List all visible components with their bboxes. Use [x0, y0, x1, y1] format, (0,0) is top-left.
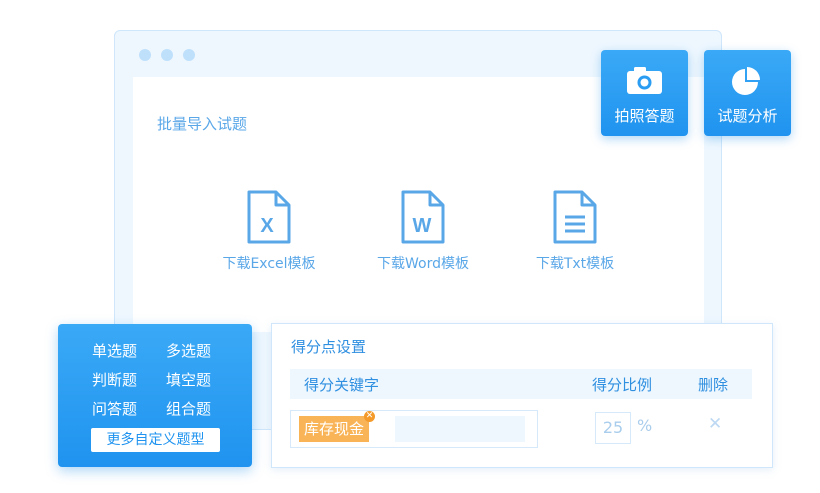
word-template-link[interactable]: W 下载Word模板: [363, 189, 483, 273]
question-type-item[interactable]: 单选题: [92, 340, 166, 361]
keyword-input[interactable]: [395, 416, 525, 442]
word-file-icon: W: [401, 190, 445, 244]
question-analysis-button[interactable]: 试题分析: [704, 50, 791, 136]
window-dot: [139, 49, 151, 61]
score-settings-panel: 得分点设置 得分关键字 得分比例 删除 库存现金 ✕ 25 % ✕: [271, 323, 773, 468]
txt-template-link[interactable]: 下载Txt模板: [515, 189, 635, 273]
keyword-column-header: 得分关键字: [304, 376, 380, 394]
delete-column-header: 删除: [698, 376, 729, 394]
window-dot: [183, 49, 195, 61]
import-title: 批量导入试题: [157, 115, 248, 133]
question-type-item[interactable]: 填空题: [166, 369, 240, 390]
pie-chart-icon: [732, 67, 760, 95]
excel-template-link[interactable]: X 下载Excel模板: [209, 189, 329, 273]
remove-tag-icon[interactable]: ✕: [364, 411, 376, 422]
question-type-item[interactable]: 组合题: [166, 398, 240, 419]
question-type-item[interactable]: 问答题: [92, 398, 166, 419]
window-dots: [139, 49, 195, 61]
delete-row-icon[interactable]: ✕: [708, 414, 722, 434]
question-types-panel: 单选题 多选题 判断题 填空题 问答题 组合题 更多自定义题型: [58, 324, 252, 467]
keyword-tag: 库存现金 ✕: [299, 411, 376, 442]
window-dot: [161, 49, 173, 61]
camera-icon: [627, 67, 662, 94]
question-type-item[interactable]: 判断题: [92, 369, 166, 390]
question-types-grid: 单选题 多选题 判断题 填空题 问答题 组合题: [92, 340, 240, 419]
more-custom-types-button[interactable]: 更多自定义题型: [91, 428, 220, 452]
photo-answer-button[interactable]: 拍照答题: [601, 50, 688, 136]
ratio-column-header: 得分比例: [592, 376, 653, 394]
excel-template-label: 下载Excel模板: [222, 256, 316, 272]
photo-answer-label: 拍照答题: [614, 107, 675, 125]
excel-file-icon: X: [247, 190, 291, 244]
keyword-field[interactable]: 库存现金 ✕: [290, 410, 538, 448]
word-template-label: 下载Word模板: [377, 256, 469, 272]
txt-file-icon: [553, 190, 597, 244]
question-analysis-label: 试题分析: [717, 107, 778, 125]
ratio-input[interactable]: 25: [595, 412, 631, 444]
svg-text:X: X: [260, 215, 274, 237]
score-settings-header: 得分关键字 得分比例 删除: [290, 369, 752, 399]
score-settings-title: 得分点设置: [291, 338, 367, 356]
question-type-item[interactable]: 多选题: [166, 340, 240, 361]
percent-sign: %: [637, 416, 653, 435]
keyword-tag-label: 库存现金: [304, 420, 365, 438]
txt-template-label: 下载Txt模板: [535, 256, 615, 272]
svg-text:W: W: [413, 215, 432, 237]
